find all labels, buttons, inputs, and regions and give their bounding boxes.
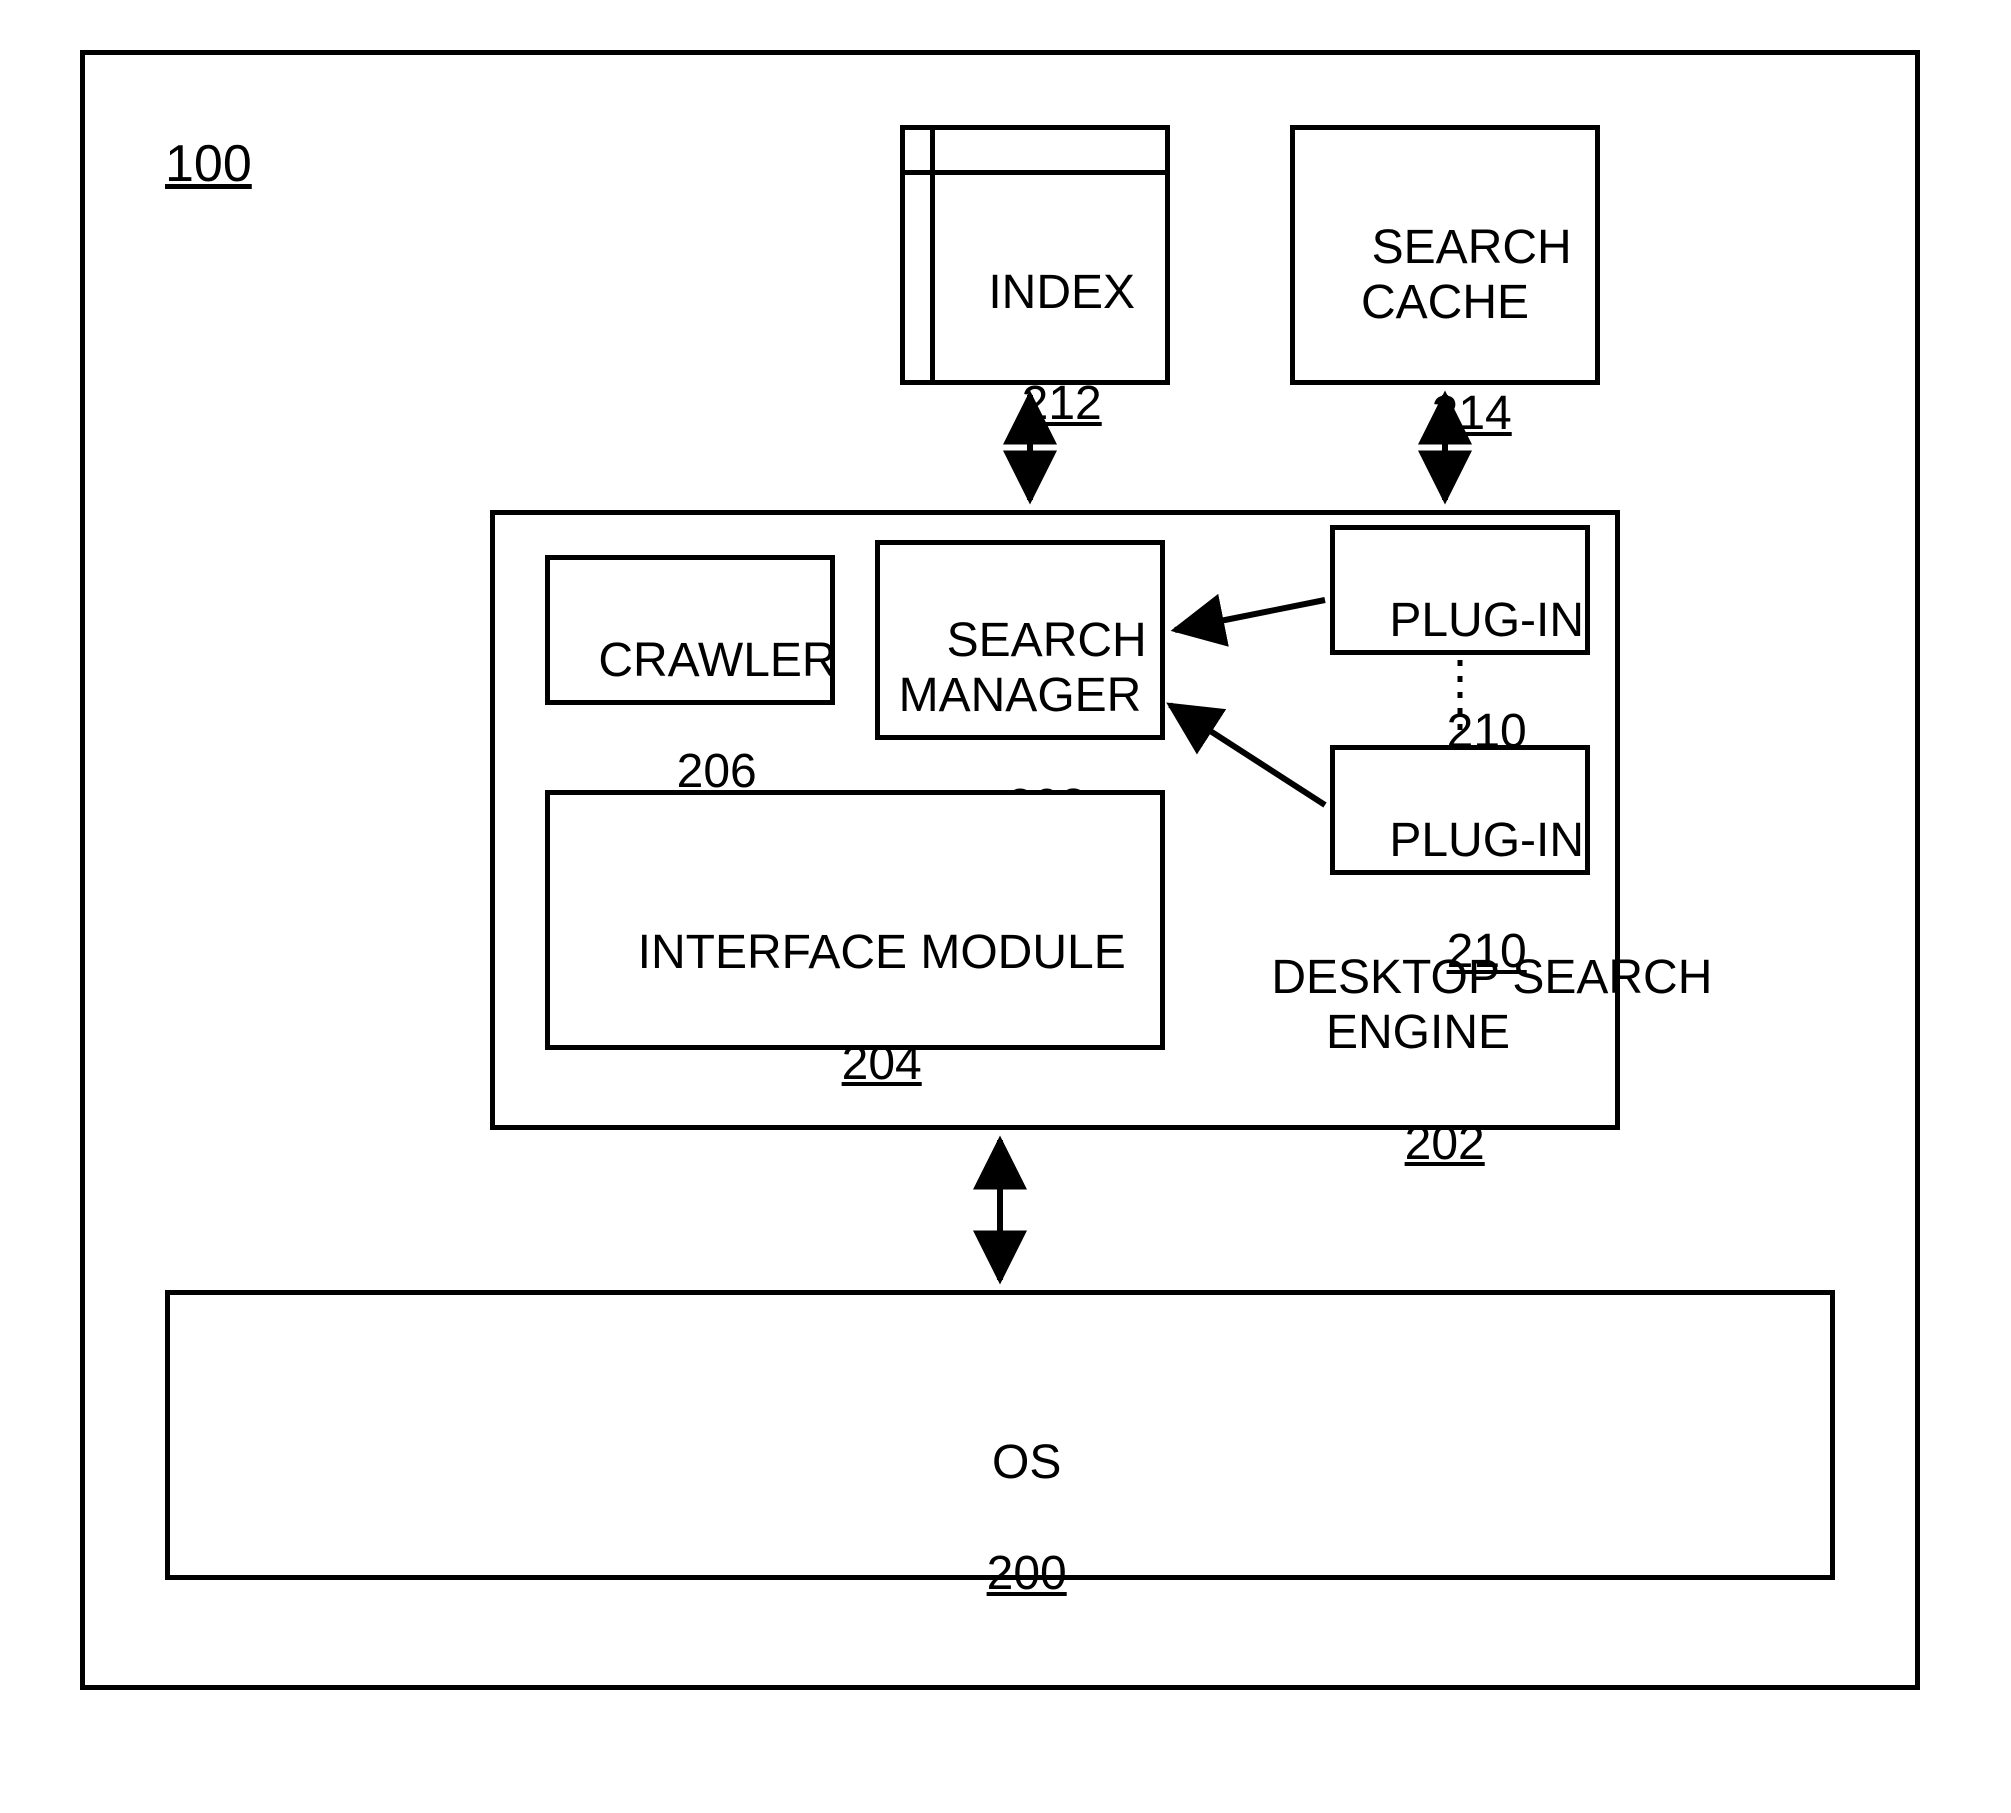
- os-label: OS 200: [165, 1380, 1835, 1656]
- interface-label: INTERFACE MODULE 204: [545, 870, 1165, 1146]
- index-label-text: INDEX: [988, 266, 1135, 319]
- outer-ref: 100: [165, 135, 252, 195]
- search-cache-label: SEARCH CACHE 214: [1290, 165, 1600, 496]
- interface-ref: 204: [842, 1037, 922, 1090]
- search-cache-label-text: SEARCH CACHE: [1361, 221, 1572, 329]
- index-label: INDEX 212: [900, 210, 1170, 486]
- crawler-label-text: CRAWLER: [598, 634, 836, 687]
- engine-ref: 202: [1405, 1117, 1485, 1170]
- os-ref: 200: [987, 1547, 1067, 1600]
- plugin-b-label-text: PLUG-IN: [1389, 814, 1584, 867]
- search-cache-ref: 214: [1432, 387, 1512, 440]
- index-ref: 212: [1022, 377, 1102, 430]
- engine-label: DESKTOP SEARCH ENGINE 202: [1218, 895, 1618, 1226]
- interface-label-text: INTERFACE MODULE: [638, 926, 1126, 979]
- os-label-text: OS: [992, 1436, 1061, 1489]
- search-manager-label-text: SEARCH MANAGER: [899, 614, 1147, 722]
- index-header-band: [905, 130, 1165, 175]
- diagram-canvas: 100 INDEX 212 SEARCH CACHE 214 CRAWLER 2…: [0, 0, 2011, 1813]
- plugin-a-label-text: PLUG-IN: [1389, 594, 1584, 647]
